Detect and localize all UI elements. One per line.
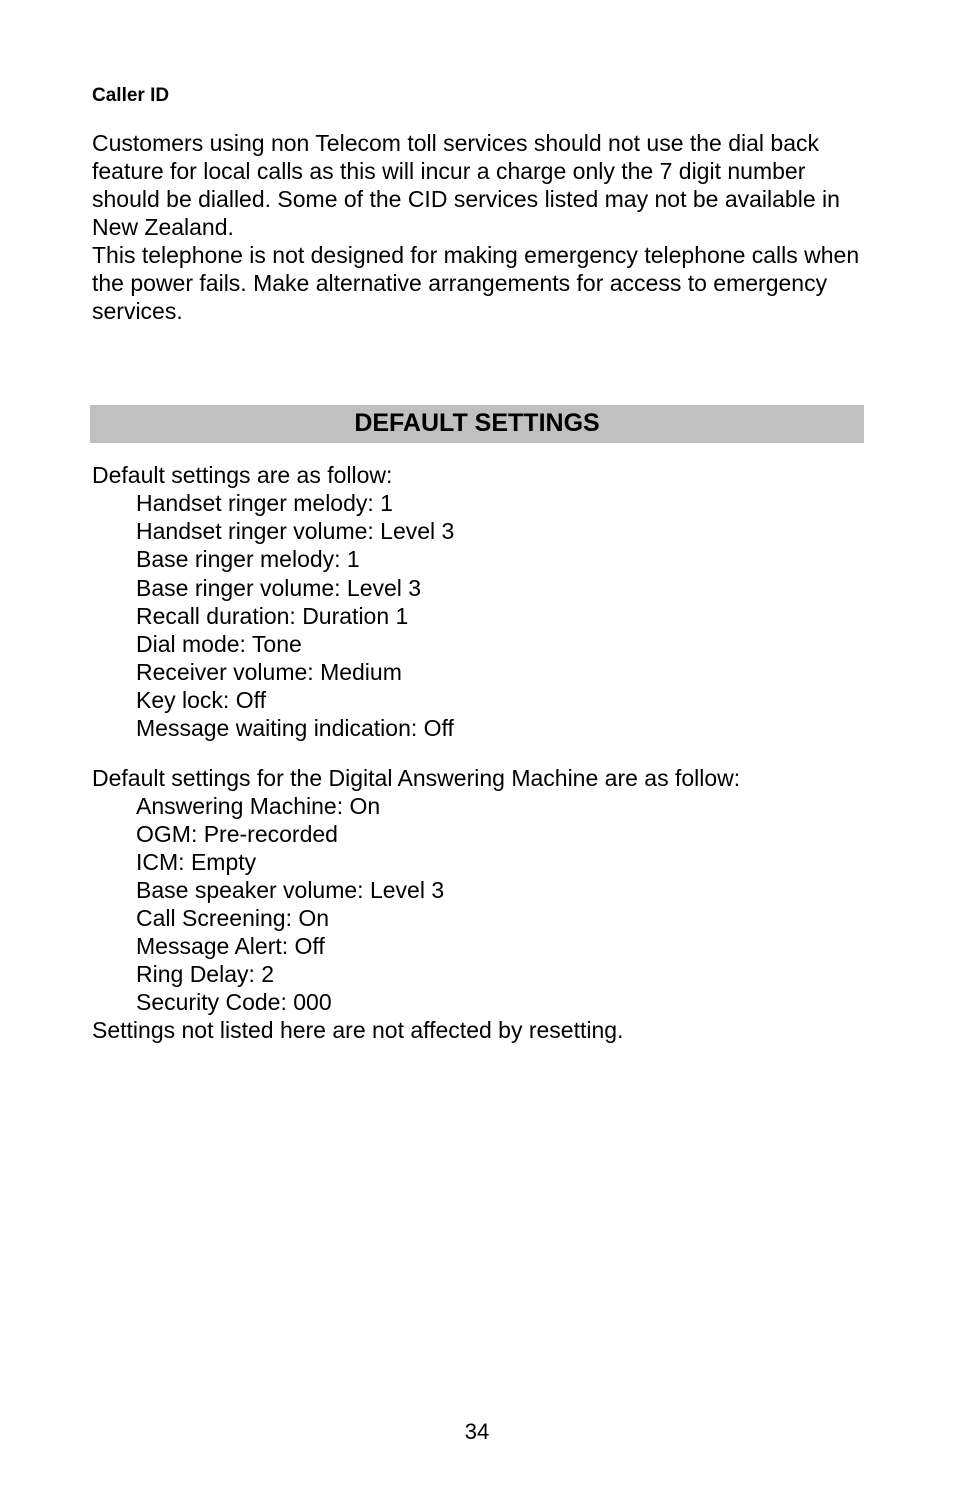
setting-base-speaker-volume: Base speaker volume: Level 3 (92, 876, 862, 904)
setting-message-alert: Message Alert: Off (92, 932, 862, 960)
setting-base-ringer-volume: Base ringer volume: Level 3 (92, 574, 862, 602)
default-settings-intro-2: Default settings for the Digital Answeri… (92, 764, 862, 792)
setting-base-ringer-melody: Base ringer melody: 1 (92, 545, 862, 573)
setting-call-screening: Call Screening: On (92, 904, 862, 932)
default-settings-footer: Settings not listed here are not affecte… (92, 1016, 862, 1044)
setting-receiver-volume: Receiver volume: Medium (92, 658, 862, 686)
setting-handset-ringer-volume: Handset ringer volume: Level 3 (92, 517, 862, 545)
setting-message-waiting: Message waiting indication: Off (92, 714, 862, 742)
setting-dial-mode: Dial mode: Tone (92, 630, 862, 658)
default-settings-intro-1: Default settings are as follow: (92, 461, 862, 489)
setting-icm: ICM: Empty (92, 848, 862, 876)
setting-answering-machine: Answering Machine: On (92, 792, 862, 820)
setting-security-code: Security Code: 000 (92, 988, 862, 1016)
caller-id-paragraph-1: Customers using non Telecom toll service… (92, 129, 862, 241)
caller-id-paragraph-2: This telephone is not designed for makin… (92, 241, 862, 325)
setting-recall-duration: Recall duration: Duration 1 (92, 602, 862, 630)
page-number: 34 (0, 1419, 954, 1445)
setting-ogm: OGM: Pre-recorded (92, 820, 862, 848)
setting-key-lock: Key lock: Off (92, 686, 862, 714)
setting-ring-delay: Ring Delay: 2 (92, 960, 862, 988)
setting-handset-ringer-melody: Handset ringer melody: 1 (92, 489, 862, 517)
default-settings-title: DEFAULT SETTINGS (90, 405, 864, 443)
caller-id-heading: Caller ID (92, 85, 862, 107)
